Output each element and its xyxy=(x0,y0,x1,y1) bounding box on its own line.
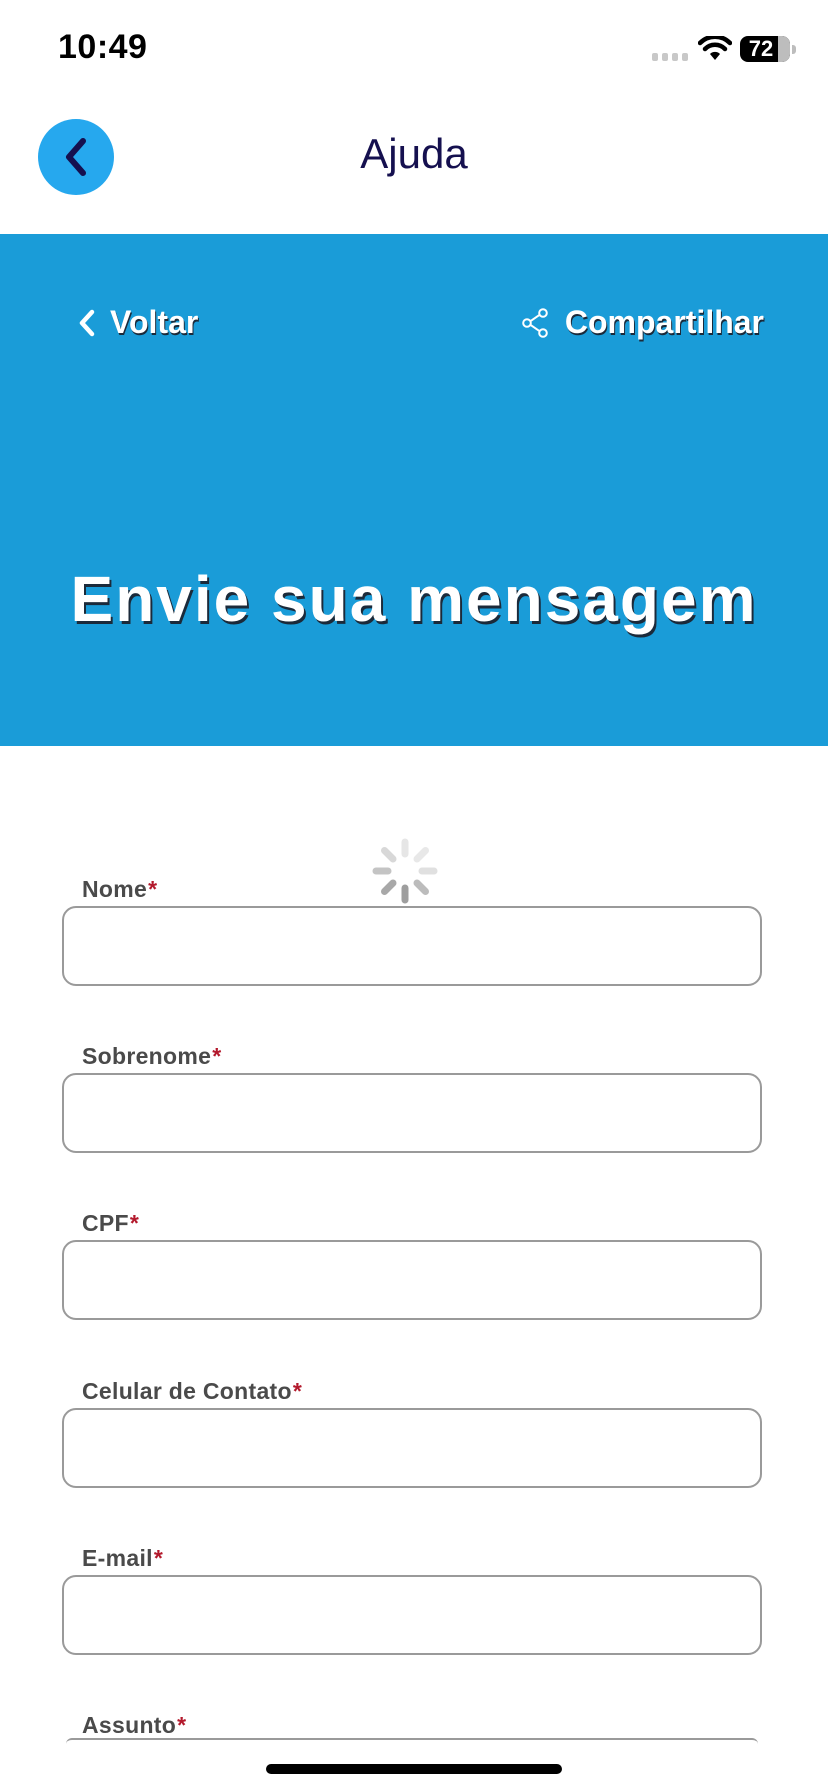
cpf-label-text: CPF xyxy=(82,1210,129,1236)
assunto-label-text: Assunto xyxy=(82,1712,177,1738)
share-label: Compartilhar xyxy=(564,304,764,340)
hero-title: Envie sua mensagem xyxy=(70,563,758,635)
required-marker: * xyxy=(153,1545,164,1571)
loading-spinner-icon xyxy=(372,838,438,904)
cpf-input[interactable] xyxy=(62,1240,762,1320)
battery-icon: 72 xyxy=(740,36,790,62)
celular-label: Celular de Contato* xyxy=(82,1378,302,1405)
page-title: Ajuda xyxy=(360,130,468,177)
celular-input[interactable] xyxy=(62,1408,762,1488)
voltar-label: Voltar xyxy=(110,304,199,340)
sobrenome-label-text: Sobrenome xyxy=(82,1043,212,1069)
required-marker: * xyxy=(292,1378,303,1404)
email-input[interactable] xyxy=(62,1575,762,1655)
assunto-input[interactable] xyxy=(66,1738,758,1744)
chevron-left-icon xyxy=(79,309,95,336)
voltar-link[interactable]: Voltar xyxy=(78,304,198,341)
required-marker: * xyxy=(148,876,158,902)
assunto-label: Assunto* xyxy=(82,1712,186,1739)
sobrenome-label: Sobrenome* xyxy=(82,1043,222,1070)
cellular-signal-icon xyxy=(652,53,688,61)
required-marker: * xyxy=(177,1712,187,1738)
required-marker: * xyxy=(212,1043,222,1069)
home-indicator[interactable] xyxy=(266,1764,562,1774)
required-marker: * xyxy=(129,1210,140,1236)
cpf-label: CPF* xyxy=(82,1210,139,1237)
nome-label-text: Nome xyxy=(82,876,148,902)
nome-label: Nome* xyxy=(82,876,157,903)
share-icon xyxy=(522,307,548,338)
celular-label-text: Celular de Contato xyxy=(82,1378,292,1404)
nome-input[interactable] xyxy=(62,906,762,986)
email-label-text: E-mail xyxy=(82,1545,153,1571)
hero-banner: Voltar Compartilhar Envie sua mensagem xyxy=(0,234,828,746)
email-label: E-mail* xyxy=(82,1545,163,1572)
sobrenome-input[interactable] xyxy=(62,1073,762,1153)
share-button[interactable]: Compartilhar xyxy=(521,304,764,341)
battery-level: 72 xyxy=(748,36,774,61)
status-bar: 10:49 72 xyxy=(0,0,828,100)
battery-nub xyxy=(792,45,796,54)
status-time: 10:49 xyxy=(58,28,148,66)
wifi-icon xyxy=(698,36,732,60)
nav-bar: Ajuda xyxy=(0,100,828,234)
